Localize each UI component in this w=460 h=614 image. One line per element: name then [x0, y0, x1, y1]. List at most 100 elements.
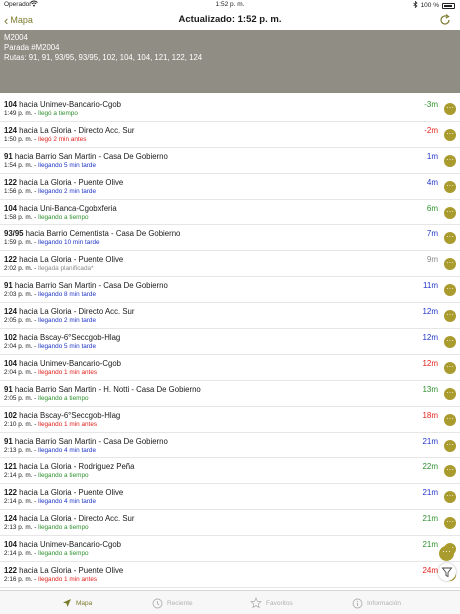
arrival-subtitle: 2:05 p. m. - llegando a tiempo — [4, 395, 89, 402]
arrival-status: llegó 2 min antes — [38, 135, 87, 143]
arrival-status: llegando 2 min tarde — [38, 187, 97, 195]
refresh-button[interactable] — [438, 13, 452, 27]
route-destination: hacia La Gloria - Directo Acc. Sur — [17, 514, 135, 524]
tab-reciente[interactable]: Reciente — [152, 595, 193, 611]
route-destination: hacia Barrio San Martin - Casa De Gobier… — [12, 436, 168, 446]
arrival-row[interactable]: 122 hacia La Gloria - Puente Olive 1:56 p… — [0, 174, 460, 200]
row-more-button[interactable]: ··· — [444, 439, 456, 452]
arrival-row[interactable]: 91 hacia Barrio San Martin - Casa De Gob… — [0, 277, 460, 304]
arrival-row[interactable]: 104 hacia Unimev-Bancario-Cgob 2:04 p. m.… — [0, 355, 460, 381]
arrival-status: llegando 5 min tarde — [38, 161, 97, 169]
arrival-title: 124 hacia La Gloria - Directo Acc. Sur — [4, 307, 134, 316]
row-more-button[interactable]: ··· — [444, 258, 456, 271]
arrival-row[interactable]: 121 hacia La Gloria - Rodriguez Peña 2:14… — [0, 458, 460, 485]
route-number: 104 — [4, 358, 18, 368]
arrival-subtitle: 1:58 p. m. - llegando a tiempo — [4, 214, 89, 221]
arrival-title: 91 hacia Barrio San Martin - Casa De Gob… — [4, 437, 168, 446]
arrival-title: 124 hacia La Gloria - Directo Acc. Sur — [4, 514, 134, 523]
route-number: 102 — [4, 410, 18, 420]
eta-minutes: -3m — [424, 100, 438, 109]
scheduled-time: 2:14 p. m. — [4, 472, 33, 480]
scheduled-time: 2:05 p. m. — [4, 317, 33, 325]
row-more-button[interactable]: ··· — [444, 103, 456, 115]
arrival-subtitle: 2:04 p. m. - llegando 1 min antes — [4, 369, 97, 376]
tab-label: Información — [367, 599, 401, 607]
eta-minutes: 21m — [422, 488, 438, 498]
arrival-title: 93/95 hacia Barrio Cementista - Casa De … — [4, 229, 180, 238]
row-more-button[interactable]: ··· — [444, 310, 456, 323]
arrival-status: llegando 4 min tarde — [38, 498, 97, 506]
map-arrow-icon — [63, 599, 71, 607]
arrival-row[interactable]: 124 hacia La Gloria - Directo Acc. Sur 2:… — [0, 303, 460, 330]
row-more-button[interactable]: ··· — [444, 465, 456, 478]
eta-minutes: 21m — [422, 540, 438, 550]
tab-informacion[interactable]: Información — [352, 595, 401, 611]
tab-favoritos[interactable]: Favoritos — [250, 595, 293, 611]
arrival-status: llegando a tiempo — [38, 213, 89, 221]
more-options-button[interactable]: ··· — [439, 546, 454, 561]
refresh-icon — [440, 14, 450, 25]
arrival-row[interactable]: 93/95 hacia Barrio Cementista - Casa De … — [0, 225, 460, 252]
arrival-subtitle: 2:16 p. m. - llegando 1 min antes — [4, 576, 97, 583]
arrival-row[interactable]: 122 hacia La Gloria - Puente Olive 2:14 p… — [0, 484, 460, 511]
arrival-row[interactable]: 102 hacia Bscay-6°Seccgob-Hlag 2:04 p. m.… — [0, 329, 460, 355]
route-number: 91 — [4, 151, 13, 161]
eta-minutes: -2m — [424, 125, 438, 135]
eta-minutes: 1m — [426, 151, 438, 161]
arrival-row[interactable]: 122 hacia La Gloria - Puente Olive 2:16 p… — [0, 562, 460, 588]
row-more-button[interactable]: ··· — [444, 154, 456, 167]
bluetooth-icon — [412, 0, 418, 10]
route-destination: hacia La Gloria - Puente Olive — [17, 255, 124, 265]
scheduled-time: 1:59 p. m. — [4, 239, 33, 247]
arrival-title: 124 hacia La Gloria - Directo Acc. Sur — [4, 126, 134, 135]
row-more-button[interactable]: ··· — [444, 206, 456, 219]
ellipsis-icon: ··· — [442, 546, 451, 556]
eta-minutes: 4m — [426, 177, 438, 187]
arrival-status: llegando 1 min antes — [38, 576, 98, 584]
ellipsis-icon: ··· — [446, 439, 454, 449]
arrival-title: 91 hacia Barrio San Martin - Casa De Gob… — [4, 281, 168, 290]
arrival-row[interactable]: 104 hacia Uni-Banca-Cgobxferia 1:58 p. m.… — [0, 200, 460, 226]
row-more-button[interactable]: ··· — [444, 361, 456, 374]
row-more-button[interactable]: ··· — [444, 180, 456, 193]
row-more-button[interactable]: ··· — [444, 284, 456, 297]
scheduled-time: 2:05 p. m. — [4, 394, 33, 402]
arrival-row[interactable]: 124 hacia La Gloria - Directo Acc. Sur 2:… — [0, 510, 460, 537]
row-more-button[interactable]: ··· — [444, 387, 456, 400]
ellipsis-icon: ··· — [446, 128, 454, 138]
arrival-row[interactable]: 122 hacia La Gloria - Puente Olive 2:02 p… — [0, 251, 460, 278]
tab-mapa[interactable]: Mapa — [62, 595, 92, 611]
eta-minutes: 12m — [422, 333, 438, 343]
eta-minutes: 21m — [422, 436, 438, 446]
arrival-row[interactable]: 104 hacia Unimev-Bancario-Cgob 2:14 p. m.… — [0, 536, 460, 563]
row-more-button[interactable]: ··· — [444, 491, 456, 504]
arrival-row[interactable]: 91 hacia Barrio San Martin - Casa De Gob… — [0, 433, 460, 459]
route-number: 122 — [4, 177, 18, 187]
arrival-subtitle: 2:13 p. m. - llegando 4 min tarde — [4, 447, 96, 454]
arrival-row[interactable]: 102 hacia Bscay-6°Seccgob-Hlag 2:10 p. m.… — [0, 407, 460, 433]
tab-label: Reciente — [167, 599, 193, 607]
row-more-button[interactable]: ··· — [444, 232, 456, 245]
filter-button[interactable] — [438, 563, 456, 581]
stop-routes: Rutas: 91, 91, 93/95, 93/95, 102, 104, 1… — [4, 53, 203, 62]
row-more-button[interactable]: ··· — [444, 413, 456, 426]
arrival-title: 91 hacia Barrio San Martin - Casa De Gob… — [4, 152, 168, 161]
arrival-row[interactable]: 104 hacia Unimev-Bancario-Cgob 1:49 p. m.… — [0, 96, 460, 122]
arrival-row[interactable]: 124 hacia La Gloria - Directo Acc. Sur 1:… — [0, 122, 460, 148]
tab-label: Mapa — [76, 599, 93, 607]
arrival-subtitle: 2:14 p. m. - llegando 4 min tarde — [4, 498, 96, 505]
arrival-subtitle: 2:02 p. m. - llegada planificada* — [4, 265, 94, 272]
route-destination: hacia La Gloria - Puente Olive — [17, 177, 124, 187]
row-more-button[interactable]: ··· — [444, 336, 456, 349]
ellipsis-icon: ··· — [446, 491, 454, 501]
arrival-row[interactable]: 91 hacia Barrio San Martin - Casa De Gob… — [0, 148, 460, 174]
arrival-row[interactable]: 91 hacia Barrio San Martin - H. Notti - … — [0, 381, 460, 407]
arrival-title: 91 hacia Barrio San Martin - H. Notti - … — [4, 385, 201, 394]
arrival-title: 122 hacia La Gloria - Puente Olive — [4, 566, 123, 575]
star-icon — [250, 597, 262, 609]
row-more-button[interactable]: ··· — [444, 517, 456, 530]
row-more-button[interactable]: ··· — [444, 128, 456, 141]
eta-minutes: 18m — [422, 410, 438, 420]
arrival-title: 104 hacia Uni-Banca-Cgobxferia — [4, 204, 117, 213]
route-destination: hacia Barrio Cementista - Casa De Gobier… — [23, 229, 181, 239]
